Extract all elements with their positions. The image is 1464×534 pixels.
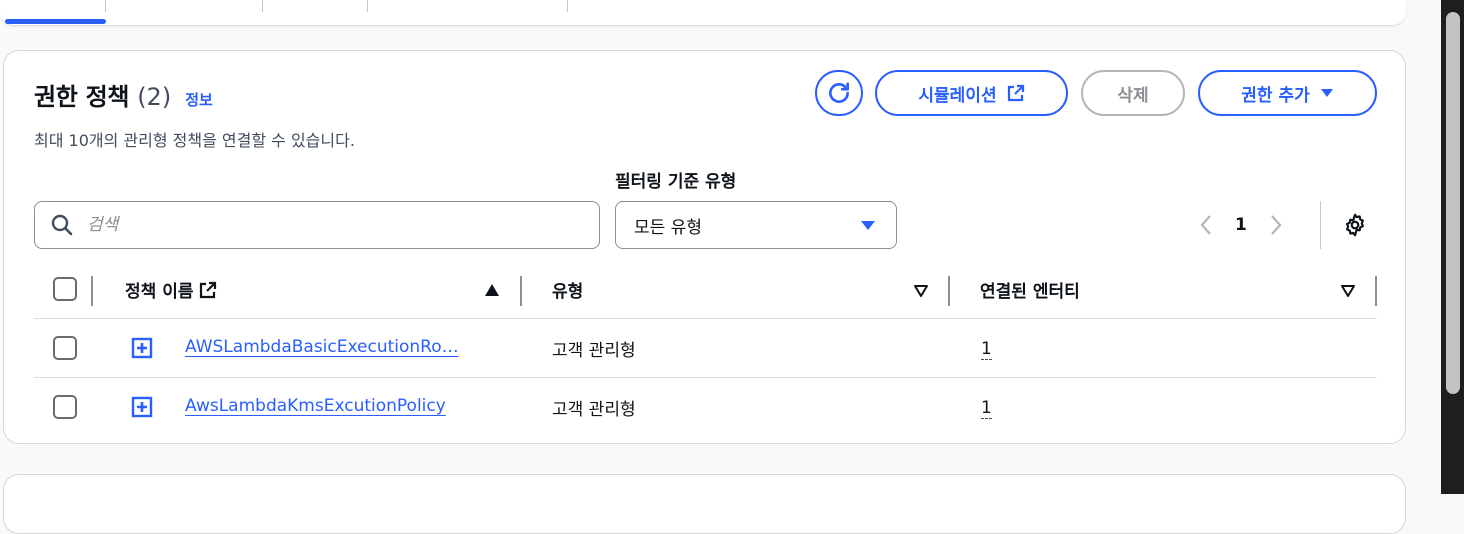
info-link[interactable]: 정보 — [185, 89, 213, 110]
external-link-icon — [1007, 84, 1024, 102]
delete-button[interactable]: 삭제 — [1081, 70, 1185, 116]
refresh-button[interactable] — [815, 70, 863, 116]
sort-icon[interactable] — [913, 284, 929, 298]
tab-bar — [0, 0, 1406, 26]
column-header-type[interactable]: 유형 — [552, 277, 583, 302]
panel-title: 권한 정책 — [34, 83, 130, 111]
sort-ascending-icon[interactable] — [484, 283, 500, 297]
column-header-label: 정책 이름 — [125, 282, 194, 302]
external-link-icon — [200, 281, 217, 298]
pagination: 1 — [1199, 209, 1283, 241]
scrollbar-thumb[interactable] — [1446, 12, 1460, 394]
add-permission-button[interactable]: 권한 추가 — [1198, 70, 1377, 116]
column-divider — [948, 276, 950, 306]
pager-divider — [1320, 201, 1321, 249]
page-number[interactable]: 1 — [1235, 215, 1247, 235]
type-filter-select[interactable]: 모든 유형 — [615, 201, 897, 249]
refresh-icon — [829, 82, 849, 103]
expand-icon[interactable] — [131, 337, 153, 359]
filter-type-label: 필터링 기준 유형 — [615, 172, 737, 192]
panel-header: 권한 정책 (2) 정보 — [34, 77, 213, 112]
chevron-right-icon[interactable] — [1269, 214, 1283, 236]
tab-divider — [567, 0, 568, 12]
tab-divider — [262, 0, 263, 12]
column-divider — [91, 276, 93, 306]
tab-divider — [105, 0, 106, 12]
table-row: AwsLambdaKmsExcutionPolicy 고객 관리형 1 — [34, 379, 1377, 438]
attached-entities-count[interactable]: 1 — [981, 339, 992, 360]
active-tab-indicator — [5, 19, 106, 24]
column-divider — [1375, 276, 1377, 306]
table-header: 정책 이름 유형 연결된 엔터티 — [34, 270, 1377, 319]
panel-description: 최대 10개의 관리형 정책을 연결할 수 있습니다. — [34, 131, 355, 150]
search-input[interactable] — [85, 214, 565, 236]
policy-name-link[interactable]: AWSLambdaBasicExecutionRo… — [185, 337, 459, 357]
simulation-button[interactable]: 시뮬레이션 — [875, 70, 1068, 116]
column-header-policy-name[interactable]: 정책 이름 — [125, 277, 217, 302]
delete-label: 삭제 — [1117, 85, 1149, 106]
caret-down-icon — [861, 221, 875, 230]
next-panel — [3, 474, 1406, 534]
row-checkbox[interactable] — [53, 336, 77, 360]
column-header-attached-entities[interactable]: 연결된 엔터티 — [980, 277, 1080, 302]
type-filter-value: 모든 유형 — [634, 217, 702, 238]
row-checkbox[interactable] — [53, 395, 77, 419]
tab-divider — [367, 0, 368, 12]
policy-type: 고객 관리형 — [552, 400, 636, 420]
chevron-left-icon[interactable] — [1199, 214, 1213, 236]
simulation-label: 시뮬레이션 — [918, 85, 997, 106]
search-field[interactable] — [34, 201, 600, 249]
policy-count: (2) — [137, 83, 172, 111]
policy-name-link[interactable]: AwsLambdaKmsExcutionPolicy — [185, 396, 446, 416]
expand-icon[interactable] — [131, 396, 153, 418]
attached-entities-count[interactable]: 1 — [981, 398, 992, 419]
permission-policies-panel: 권한 정책 (2) 정보 최대 10개의 관리형 정책을 연결할 수 있습니다.… — [3, 50, 1406, 444]
gear-icon[interactable] — [1342, 212, 1368, 238]
sort-icon[interactable] — [1340, 284, 1356, 298]
select-all-checkbox[interactable] — [53, 277, 77, 301]
column-header-label: 유형 — [552, 282, 584, 302]
caret-down-icon — [1320, 89, 1333, 97]
policy-type: 고객 관리형 — [552, 341, 636, 361]
search-icon — [51, 214, 73, 236]
add-permission-label: 권한 추가 — [1241, 85, 1310, 106]
table-row: AWSLambdaBasicExecutionRo… 고객 관리형 1 — [34, 319, 1377, 378]
column-header-label: 연결된 엔터티 — [980, 282, 1080, 302]
column-divider — [520, 276, 522, 306]
